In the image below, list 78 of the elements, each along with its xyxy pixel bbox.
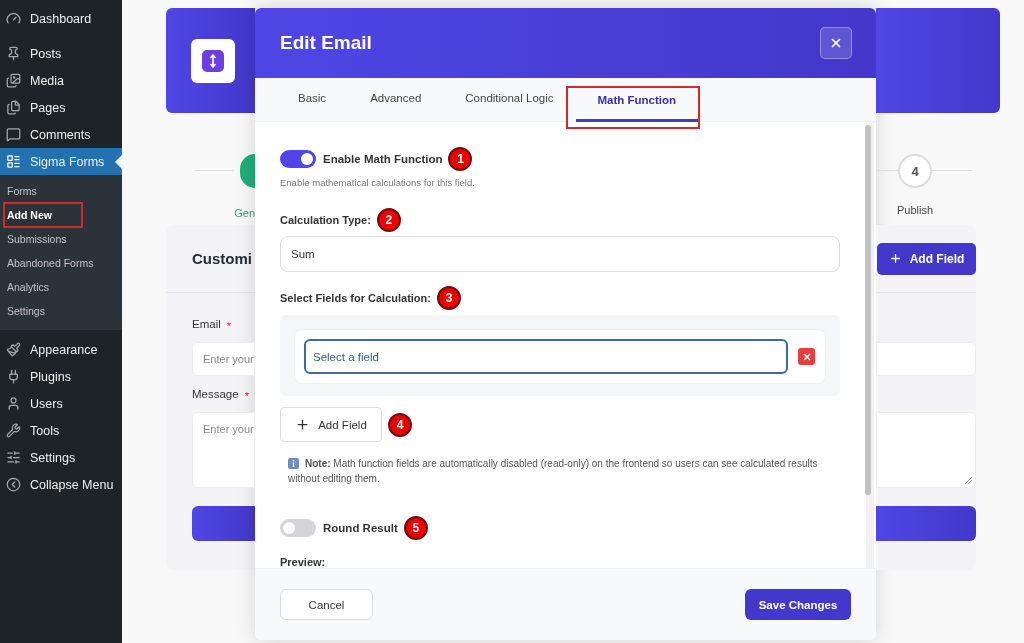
submenu-item[interactable]: Add New: [5, 204, 81, 226]
wrench-icon: [6, 423, 21, 438]
add-field-button[interactable]: Add Field: [280, 407, 382, 442]
note-text: Note: Math function fields are automatically disabled (read-only) on the frontend so users can see calculated results without editing them.: [287, 457, 819, 486]
info-icon: [288, 458, 299, 469]
plug-icon: [6, 369, 21, 384]
plus-icon: [295, 417, 311, 432]
user-icon: [6, 396, 21, 411]
tab[interactable]: Conditional Logic: [443, 76, 576, 120]
submenu-item[interactable]: Submissions: [5, 228, 120, 250]
close-icon: [829, 36, 843, 50]
toggle-switch[interactable]: [280, 519, 316, 537]
sidebar-item[interactable]: Appearance: [0, 336, 122, 363]
pages-icon: [6, 100, 21, 115]
field-label: Calculation Type:: [280, 214, 371, 226]
sidebar-item[interactable]: Posts: [0, 40, 122, 67]
sidebar-item[interactable]: Dashboard: [0, 5, 122, 32]
scrollbar[interactable]: [866, 122, 874, 568]
speech-bubble-icon: [6, 127, 21, 142]
submit-button[interactable]: [192, 506, 255, 541]
toggle-switch[interactable]: [280, 150, 316, 168]
gauge-icon: [6, 11, 21, 26]
dialog-title: Edit Email: [280, 32, 372, 54]
step-label: Publish: [896, 204, 934, 216]
toggle-label: Round Result: [323, 522, 398, 534]
select-field[interactable]: Select a field: [304, 339, 788, 374]
annotation-badge: 4: [388, 412, 412, 437]
remove-button[interactable]: [798, 348, 815, 365]
paintbrush-icon: [6, 342, 21, 357]
sidebar-item[interactable]: Tools: [0, 417, 122, 444]
submenu-item[interactable]: Forms: [5, 180, 120, 202]
annotation-badge: 1: [448, 147, 473, 171]
field-label: Preview:: [280, 556, 326, 568]
field-label: Email: [192, 318, 221, 332]
tab[interactable]: Basic: [276, 76, 349, 120]
sidebar-item[interactable]: Pages: [0, 94, 122, 121]
hint-text: Enable mathematical calculations for this field.: [280, 177, 476, 188]
tab[interactable]: Advanced: [348, 76, 444, 120]
resize-grip-icon[interactable]: [965, 477, 972, 484]
images-icon: [6, 73, 21, 88]
annotation-badge: 2: [376, 208, 401, 232]
sidebar-item[interactable]: Comments: [0, 121, 122, 148]
step-label: Gen: [234, 207, 255, 219]
sidebar-item[interactable]: Users: [0, 390, 122, 417]
close-button[interactable]: [820, 27, 852, 59]
pin-icon: [6, 46, 21, 61]
select-field[interactable]: Sum: [280, 236, 840, 272]
save-button[interactable]: Save Changes: [745, 589, 851, 620]
toggle-label: Enable Math Function: [323, 153, 443, 165]
submit-button[interactable]: [876, 506, 976, 541]
sidebar-item[interactable]: Plugins: [0, 363, 122, 390]
field-label: Select Fields for Calculation:: [280, 292, 431, 304]
sliders-icon: [6, 450, 21, 465]
submenu-item[interactable]: Settings: [5, 300, 120, 322]
sidebar-item[interactable]: Settings: [0, 444, 122, 471]
close-icon: [801, 351, 812, 362]
annotation-badge: 5: [403, 516, 428, 540]
plus-icon: [888, 252, 902, 265]
textarea-field[interactable]: [876, 412, 976, 488]
submenu-item[interactable]: Analytics: [5, 276, 120, 298]
sidebar-item[interactable]: Sigma Forms: [0, 148, 122, 175]
add-field-button[interactable]: Add Field: [877, 242, 976, 275]
textarea-field[interactable]: Enter your: [192, 412, 255, 488]
required-mark: *: [244, 390, 249, 402]
annotation-badge: 3: [437, 286, 461, 310]
input-field[interactable]: Enter your: [192, 342, 255, 376]
collapse-icon: [6, 477, 21, 492]
collapse-menu-button[interactable]: Collapse Menu: [0, 471, 122, 498]
form-icon: [6, 154, 21, 169]
cancel-button[interactable]: Cancel: [280, 589, 373, 620]
field-label: Message: [192, 388, 239, 402]
logo-icon: [191, 39, 235, 83]
submenu-item[interactable]: Abandoned Forms: [5, 252, 120, 274]
card-title: Customi: [192, 250, 252, 267]
tab[interactable]: Math Function: [575, 78, 699, 122]
step-circle: 4: [898, 154, 932, 188]
required-mark: *: [226, 320, 232, 332]
sidebar-item[interactable]: Media: [0, 67, 122, 94]
